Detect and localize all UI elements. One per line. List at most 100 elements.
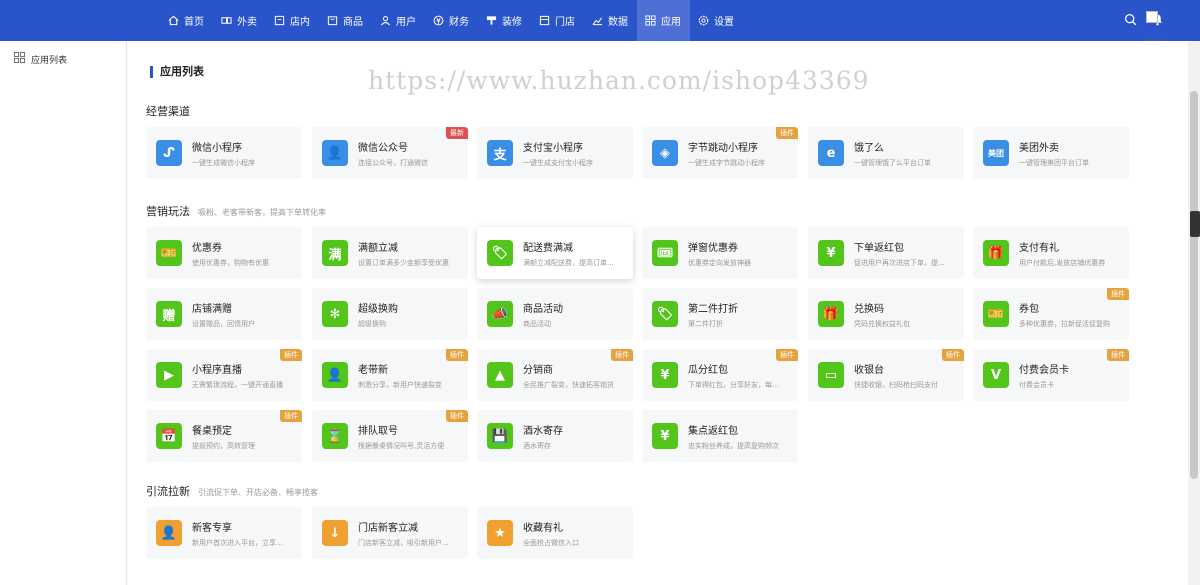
top-navigation-bar: 首页外卖店内商品用户财务装修门店数据应用设置 logo [0,0,1200,46]
app-card-desc: 根据餐桌情况叫号,灵活方便 [358,442,445,450]
nav-item-finance[interactable]: 财务 [425,0,478,41]
redeem-code-icon: 🎁 [818,301,844,327]
split-redpacket-icon: ¥ [652,362,678,388]
delivery-fee-icon: 🏷 [487,240,513,266]
search-icon[interactable] [1124,11,1137,30]
app-card[interactable]: ¥ 集点返红包 忠实粉丝养成，提高复购频次 [642,410,798,462]
app-card-title: 微信小程序 [192,143,242,154]
app-card-desc: 一键生成微信小程序 [192,159,255,167]
second-discount-icon: 🏷 [652,301,678,327]
app-card-desc: 全面抢占微信入口 [523,539,579,547]
main-nav: 首页 外卖 店内 商品 用户 财务 装修 门店 数据 应用 设置 [160,0,743,41]
pay-gift-icon: 🎁 [983,240,1009,266]
app-card-desc: 无需繁琐流程，一键开通直播 [192,381,283,389]
app-card[interactable]: ▲ 分销商 全民推广裂变，快速拓客销货 插件 [477,349,633,401]
nav-item-takeout[interactable]: 外卖 [213,0,266,41]
app-card[interactable]: ᔑ 微信小程序 一键生成微信小程序 [146,127,302,179]
app-card-title: 超级换购 [358,304,398,315]
app-card[interactable]: 支支付宝小程序 一键生成支付宝小程序 [477,127,633,179]
app-card[interactable]: ▶ 小程序直播 无需繁琐流程，一键开通直播 插件 [146,349,302,401]
nav-item-gear[interactable]: 设置 [690,0,743,41]
app-card[interactable]: 📅 餐桌预定 提前预约，高效管理 插件 [146,410,302,462]
side-handle[interactable] [1190,211,1200,237]
section-title-text: 经营渠道 [146,105,190,118]
full-reduce-icon: 满 [322,240,348,266]
app-card[interactable]: ✻ 超级换购 超级换购 [312,288,468,340]
app-card[interactable]: ▭ 收银台 快捷收银，扫码枪扫码支付 插件 [808,349,964,401]
app-card-badge: 插件 [280,410,302,422]
nav-item-label: 设置 [714,17,734,28]
nav-item-goods[interactable]: 商品 [319,0,372,41]
nav-item-store[interactable]: 店内 [266,0,319,41]
app-card[interactable]: 🏷 配送费满减 满额立减配送费，提高订单... [477,227,633,279]
app-card[interactable]: ⌛ 排队取号 根据餐桌情况叫号,灵活方便 插件 [312,410,468,462]
app-card-title: 新客专享 [192,523,232,534]
app-card[interactable]: 🎟 弹窗优惠券 优惠券定向发放神器 [642,227,798,279]
app-card-title: 瓜分红包 [688,365,728,376]
app-card-desc: 门店新客立减，吸引新用户... [358,539,449,547]
app-card-title: 排队取号 [358,426,398,437]
shop-icon [539,15,550,26]
nav-item-label: 应用 [661,17,681,28]
app-card[interactable]: 🎫 优惠券 使用优惠券，购物有优惠 [146,227,302,279]
broken-image-icon [1146,11,1158,23]
nav-item-home[interactable]: 首页 [160,0,213,41]
app-card[interactable]: 赠店铺满赠 设置赠品，回馈用户 [146,288,302,340]
app-card[interactable]: 🏷 第二件打折 第二件打折 [642,288,798,340]
app-card[interactable]: 🎁 支付有礼 用户付款后,发放店铺优惠券 [973,227,1129,279]
nav-item-label: 外卖 [237,17,257,28]
app-card[interactable]: 美团 美团外卖 一键管理美团平台订单 [973,127,1129,179]
scrollbar-thumb[interactable] [1190,91,1198,479]
app-card-title: 收银台 [854,365,884,376]
takeout-icon [221,15,232,26]
app-card[interactable]: ¥ 下单返红包 促进用户再次进店下单，提... [808,227,964,279]
app-card[interactable]: ◈ 字节跳动小程序 一键生成字节跳动小程序 插件 [642,127,798,179]
app-card-title: 饿了么 [854,143,884,154]
finance-icon [433,15,444,26]
app-card-desc: 忠实粉丝养成，提高复购频次 [688,442,779,450]
home-icon [168,15,179,26]
app-card-desc: 酒水寄存 [523,442,551,450]
coupon-icon: 🎫 [156,240,182,266]
eleme-icon: e [818,140,844,166]
nav-item-shop[interactable]: 门店 [531,0,584,41]
app-card-title: 酒水寄存 [523,426,563,437]
app-card[interactable]: 👤 新客专享 新用户首次进入平台，立享... [146,507,302,559]
nav-item-apps[interactable]: 应用 [637,0,690,41]
app-card-title: 下单返红包 [854,243,904,254]
nav-item-decor[interactable]: 装修 [478,0,531,41]
favorite-gift-icon: ★ [487,520,513,546]
nav-item-chart[interactable]: 数据 [584,0,637,41]
nav-item-label: 数据 [608,17,628,28]
app-card[interactable]: e 饿了么一键管理饿了么平台订单 [808,127,964,179]
app-card[interactable]: 👤 微信公众号 连接公众号，打通微信 最新 [312,127,468,179]
nav-item-user[interactable]: 用户 [372,0,425,41]
app-card[interactable]: ↓ 门店新客立减 门店新客立减，吸引新用户... [312,507,468,559]
app-card[interactable]: 💾 酒水寄存 酒水寄存 [477,410,633,462]
app-card[interactable]: 📣 商品活动 商品活动 [477,288,633,340]
section-subtitle: 吸粉、老客带新客，提高下单转化率 [198,208,326,217]
app-card[interactable]: 👤 老带新 刺激分享，新用户快速裂变 插件 [312,349,468,401]
app-card-title: 弹窗优惠券 [688,243,738,254]
app-card[interactable]: 🎫 券包 多种优惠券，拉新促活促复购 插件 [973,288,1129,340]
app-card-desc: 满额立减配送费，提高订单... [523,259,614,267]
app-card[interactable]: 🎁 兑换码 凭码兑换权益礼包 [808,288,964,340]
watermark: https://www.huzhan.com/ishop43369 [368,66,870,95]
scrollbar[interactable] [1188,41,1200,585]
chart-icon [592,15,603,26]
app-card[interactable]: V 付费会员卡 付费会员卡 插件 [973,349,1129,401]
nav-item-label: 门店 [555,17,575,28]
sidebar-item-app-list[interactable]: 应用列表 [13,52,67,66]
app-card-title: 餐桌预定 [192,426,232,437]
app-card[interactable]: ¥ 瓜分红包 下单得红包，分享好友，每... 插件 [642,349,798,401]
section-title-text: 引流拉新 [146,485,190,498]
app-card-title: 第二件打折 [688,304,738,315]
section-title-text: 营销玩法 [146,205,190,218]
app-card-desc: 超级换购 [358,320,386,328]
app-card[interactable]: ★ 收藏有礼 全面抢占微信入口 [477,507,633,559]
app-card[interactable]: 满满额立减 设置订单满多少金额享受优惠 [312,227,468,279]
app-card-badge: 插件 [776,127,798,139]
app-card-desc: 一键管理饿了么平台订单 [854,159,931,167]
app-card-title: 集点返红包 [688,426,738,437]
storage-icon: 💾 [487,423,513,449]
